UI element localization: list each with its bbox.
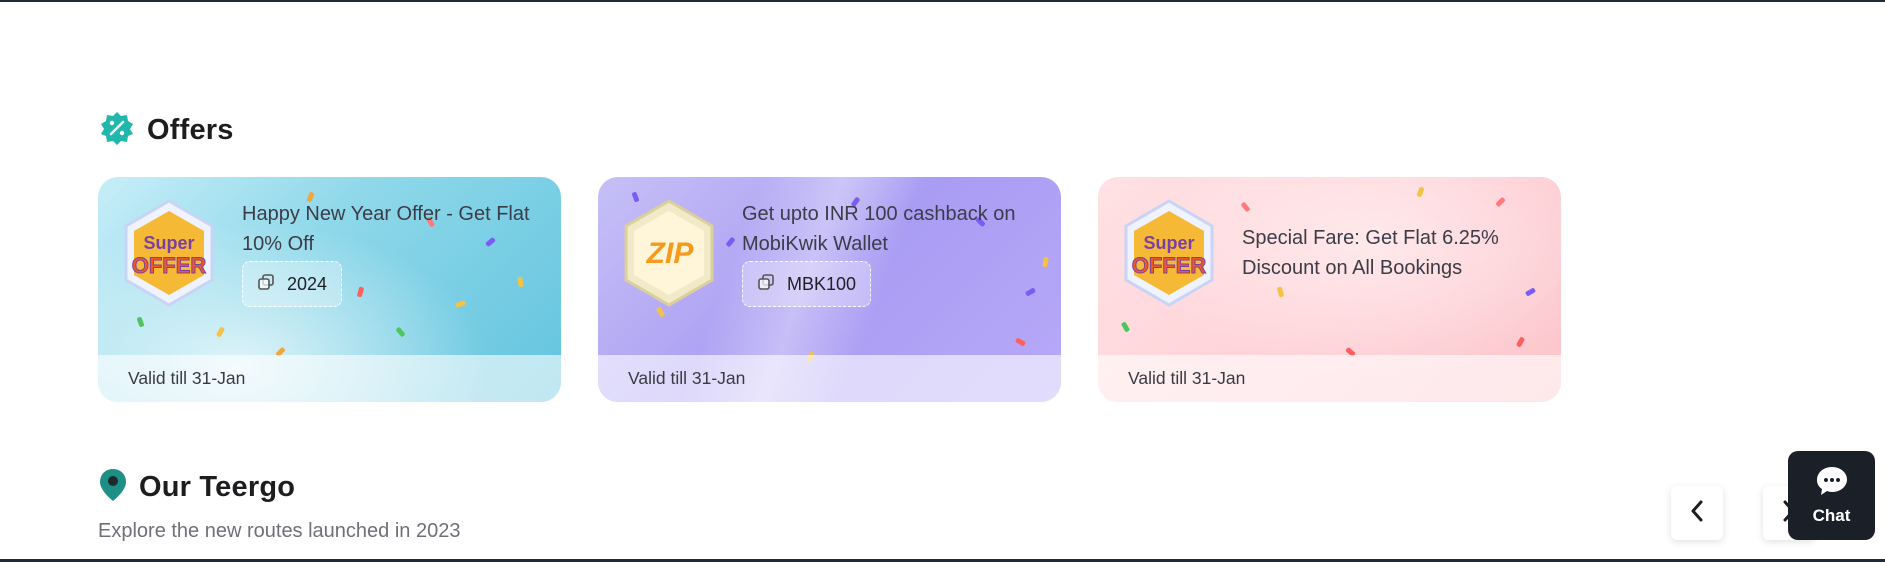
svg-text:Super: Super [143, 233, 194, 253]
chat-button[interactable]: Chat [1788, 451, 1875, 540]
svg-text:OFFER: OFFER [132, 253, 207, 278]
carousel-prev-button[interactable] [1671, 486, 1723, 540]
teergo-title: Our Teergo [139, 471, 296, 503]
offer-card-special-fare[interactable]: Super OFFER Special Fare: Get Flat 6.25%… [1098, 177, 1561, 402]
copy-icon [257, 273, 275, 296]
copy-coupon-button[interactable]: 2024 [242, 261, 343, 307]
coupon-code: MBK100 [787, 273, 857, 294]
copy-icon [757, 273, 775, 296]
super-offer-badge: Super OFFER [124, 199, 214, 307]
offer-title: Special Fare: Get Flat 6.25% Discount on… [1242, 227, 1499, 279]
copy-coupon-button[interactable]: MBK100 [742, 261, 872, 307]
svg-text:Super: Super [1143, 233, 1194, 253]
offers-heading: Offers [99, 110, 234, 151]
chat-label: Chat [1812, 506, 1851, 525]
coupon-code: 2024 [287, 273, 328, 294]
validity-strip: Valid till 31-Jan [1098, 355, 1561, 402]
validity-text: Valid till 31-Jan [1128, 368, 1246, 388]
super-offer-badge: Super OFFER [1124, 199, 1214, 307]
offer-title: Get upto INR 100 cashback on MobiKwik Wa… [742, 203, 1016, 255]
svg-text:ZIP: ZIP [646, 237, 695, 270]
chevron-left-icon [1690, 500, 1704, 527]
offer-card-new-year[interactable]: Super OFFER Happy New Year Offer - Get F… [98, 177, 561, 402]
validity-text: Valid till 31-Jan [128, 368, 246, 388]
teergo-subtitle: Explore the new routes launched in 2023 [98, 520, 461, 542]
discount-badge-icon [99, 110, 135, 151]
validity-strip: Valid till 31-Jan [598, 355, 1061, 402]
chat-bubble-icon [1815, 465, 1849, 502]
top-divider [0, 0, 1885, 2]
offers-title: Offers [147, 114, 234, 146]
validity-strip: Valid till 31-Jan [98, 355, 561, 402]
zip-badge: ZIP [624, 199, 714, 307]
svg-text:OFFER: OFFER [1132, 253, 1207, 278]
offer-card-mobikwik[interactable]: ZIP Get upto INR 100 cashback on MobiKwi… [598, 177, 1061, 402]
location-pin-icon [99, 468, 127, 507]
offer-title: Happy New Year Offer - Get Flat 10% Off [242, 203, 530, 255]
teergo-heading: Our Teergo [99, 468, 295, 507]
validity-text: Valid till 31-Jan [628, 368, 746, 388]
